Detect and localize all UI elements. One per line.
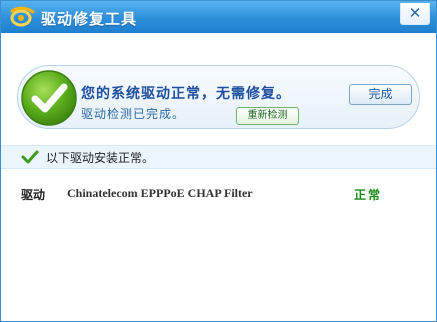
driver-category: 驱动 [21,188,46,202]
close-button[interactable]: ✕ [400,3,430,25]
status-subtext: 驱动检测已完成。 [81,107,186,121]
driver-status: 正常 [354,188,383,202]
app-logo-icon [10,6,35,27]
close-icon: ✕ [408,4,422,22]
driver-row: 驱动 Chinatelecom EPPPoE CHAP Filter 正常 [1,181,436,207]
checkmark-icon [21,150,39,164]
title-bar: 驱动修复工具 ✕ [1,1,436,33]
recheck-button[interactable]: 重新检测 [236,107,299,125]
checkmark-circle-icon [21,70,77,126]
done-button[interactable]: 完成 [349,84,412,105]
summary-text: 以下驱动安装正常。 [46,151,155,165]
window-title: 驱动修复工具 [41,10,138,28]
driver-name: Chinatelecom EPPPoE CHAP Filter [67,186,253,200]
status-message: 您的系统驱动正常，无需修复。 [81,86,291,102]
driver-repair-window: 驱动修复工具 ✕ 您的系统驱动正常，无需修复。 驱动检测已完成。 完成 重新检测… [0,0,437,322]
